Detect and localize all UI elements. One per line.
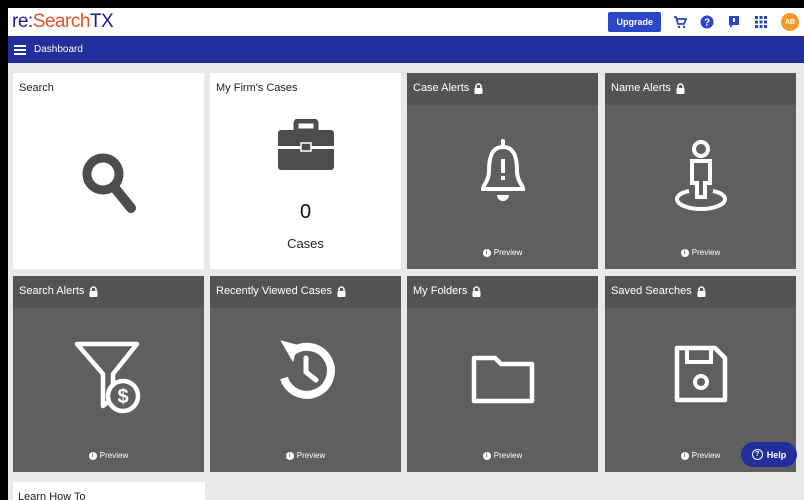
preview-label: Preview bbox=[99, 451, 129, 460]
brand-logo[interactable]: re:SearchTX bbox=[8, 8, 114, 36]
preview-link[interactable]: i Preview bbox=[407, 248, 598, 257]
tile-name-alerts[interactable]: Name Alerts i Preview bbox=[605, 73, 796, 269]
info-icon: i bbox=[680, 248, 689, 257]
lock-icon bbox=[89, 286, 98, 297]
tile-title: My Folders bbox=[413, 285, 468, 297]
tile-my-folders[interactable]: My Folders i Preview bbox=[407, 276, 598, 472]
info-icon: i bbox=[680, 451, 689, 460]
svg-text:$: $ bbox=[117, 386, 128, 408]
upgrade-button[interactable]: Upgrade bbox=[608, 12, 661, 32]
info-icon: i bbox=[285, 451, 294, 460]
preview-label: Preview bbox=[493, 451, 523, 460]
history-icon bbox=[279, 340, 335, 399]
brand-logo-part: TX bbox=[89, 11, 114, 32]
tile-my-firms-cases[interactable]: My Firm's Cases 0 Cases bbox=[210, 73, 401, 269]
help-circle-icon[interactable]: ? bbox=[700, 15, 714, 29]
info-icon: i bbox=[88, 451, 97, 460]
search-icon bbox=[82, 153, 136, 213]
tile-case-alerts[interactable]: Case Alerts i Preview bbox=[407, 73, 598, 269]
app-window: re:SearchTX Upgrade ? AB Dashboard Searc… bbox=[8, 8, 804, 500]
preview-label: Preview bbox=[691, 248, 721, 257]
help-icon: ? bbox=[751, 449, 763, 460]
tile-title: Recently Viewed Cases bbox=[216, 285, 332, 297]
tile-title: Case Alerts bbox=[413, 82, 470, 94]
case-count: 0 bbox=[299, 201, 312, 223]
avatar[interactable]: AB bbox=[781, 13, 799, 31]
cart-icon[interactable] bbox=[673, 15, 687, 29]
tile-learn-how-to[interactable]: Learn How To bbox=[13, 482, 205, 500]
tile-title: Search bbox=[19, 82, 54, 94]
apps-grid-icon[interactable] bbox=[754, 15, 768, 29]
tile-title: Saved Searches bbox=[611, 285, 692, 297]
folder-icon bbox=[471, 355, 534, 404]
page-title: Dashboard bbox=[34, 44, 83, 55]
tile-title: Name Alerts bbox=[611, 82, 671, 94]
header-actions: Upgrade ? AB bbox=[608, 8, 804, 36]
briefcase-icon bbox=[277, 119, 334, 170]
tile-title: My Firm's Cases bbox=[216, 82, 298, 94]
floppy-disk-icon bbox=[674, 345, 727, 403]
tile-recently-viewed-cases[interactable]: Recently Viewed Cases i Preview bbox=[210, 276, 401, 472]
brand-logo-part: re: bbox=[12, 11, 33, 32]
lock-icon bbox=[337, 286, 346, 297]
menu-icon[interactable] bbox=[14, 44, 26, 55]
brand-logo-part: Search bbox=[32, 11, 91, 32]
notification-icon[interactable] bbox=[727, 15, 741, 29]
help-label: Help bbox=[766, 449, 787, 460]
info-icon: i bbox=[482, 451, 491, 460]
top-bar: re:SearchTX Upgrade ? AB bbox=[8, 8, 804, 36]
tile-title: Search Alerts bbox=[19, 285, 85, 297]
preview-label: Preview bbox=[691, 451, 721, 460]
funnel-dollar-icon: $ bbox=[74, 341, 140, 414]
preview-link[interactable]: i Preview bbox=[605, 248, 796, 257]
lock-icon bbox=[474, 83, 483, 94]
tile-search[interactable]: Search bbox=[13, 73, 204, 269]
preview-link[interactable]: i Preview bbox=[13, 451, 204, 460]
tile-search-alerts[interactable]: Search Alerts $ i Preview bbox=[13, 276, 204, 472]
preview-label: Preview bbox=[296, 451, 326, 460]
lock-icon bbox=[676, 83, 685, 94]
nav-bar: Dashboard bbox=[8, 36, 804, 63]
preview-link[interactable]: i Preview bbox=[407, 451, 598, 460]
bell-alert-icon bbox=[480, 139, 525, 201]
case-count-label: Cases bbox=[287, 236, 324, 251]
info-icon: i bbox=[482, 248, 491, 257]
lock-icon bbox=[697, 286, 706, 297]
preview-link[interactable]: i Preview bbox=[210, 451, 401, 460]
lock-icon bbox=[472, 286, 481, 297]
person-pin-icon bbox=[674, 140, 727, 211]
tile-title: Learn How To bbox=[18, 491, 86, 500]
preview-label: Preview bbox=[493, 248, 523, 257]
svg-text:?: ? bbox=[704, 18, 710, 29]
help-button[interactable]: ? Help bbox=[741, 442, 797, 467]
